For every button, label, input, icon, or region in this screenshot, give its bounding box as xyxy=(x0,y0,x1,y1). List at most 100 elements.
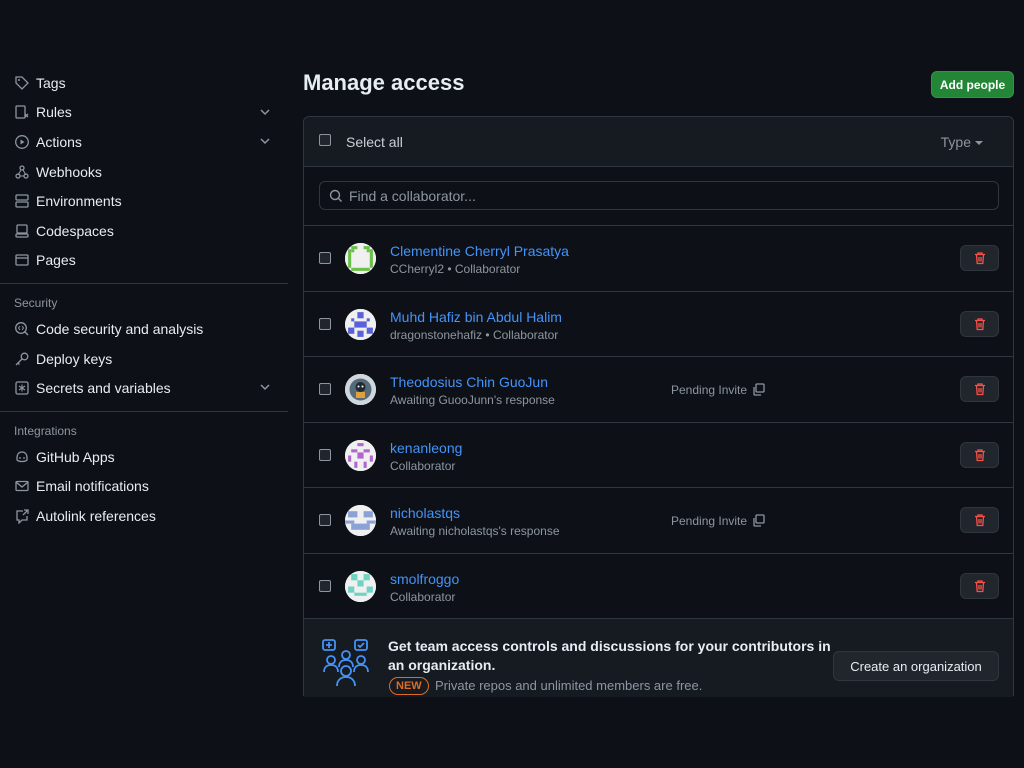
remove-collaborator-button[interactable] xyxy=(960,572,999,599)
chevron-down-icon[interactable] xyxy=(258,105,272,119)
codespaces-icon xyxy=(14,223,30,239)
sidebar-item-autolink-references[interactable]: Autolink references xyxy=(0,501,288,531)
server-icon xyxy=(14,193,30,209)
row-checkbox[interactable] xyxy=(319,514,331,526)
type-filter-dropdown[interactable]: Type xyxy=(941,134,983,150)
search-input[interactable] xyxy=(349,182,989,209)
collaborator-name[interactable]: nicholastqs xyxy=(390,505,460,521)
sidebar-item-deploy-keys[interactable]: Deploy keys xyxy=(0,344,288,374)
row-checkbox[interactable] xyxy=(319,448,331,461)
select-all-label: Select all xyxy=(346,134,403,150)
collaborator-row: Muhd Hafiz bin Abdul Halim dragonstoneha… xyxy=(304,292,1013,357)
remove-collaborator-button[interactable] xyxy=(960,310,999,337)
collaborator-subtitle: Awaiting nicholastqs's response xyxy=(390,524,560,538)
codescan-icon xyxy=(14,321,30,337)
avatar[interactable] xyxy=(345,439,376,471)
add-people-button[interactable]: Add people xyxy=(931,71,1014,98)
row-checkbox[interactable] xyxy=(319,252,331,264)
collaborator-name[interactable]: Theodosius Chin GuoJun xyxy=(390,374,548,390)
trash-icon xyxy=(974,448,985,461)
collaborator-name[interactable]: smolfroggo xyxy=(390,571,459,587)
rules-icon xyxy=(14,104,30,120)
avatar[interactable] xyxy=(345,374,376,405)
play-icon xyxy=(14,134,30,150)
settings-sidebar: Tags Rules Actions Webhooks Environments… xyxy=(0,68,288,531)
collaborator-row: nicholastqs Awaiting nicholastqs's respo… xyxy=(304,488,1013,554)
remove-collaborator-button[interactable] xyxy=(960,245,999,271)
sidebar-item-rules[interactable]: Rules xyxy=(0,98,288,128)
organization-promo: Get team access controls and discussions… xyxy=(304,619,1013,697)
trash-icon xyxy=(974,252,985,265)
sidebar-item-label: GitHub Apps xyxy=(36,448,115,465)
sidebar-item-github-apps[interactable]: GitHub Apps xyxy=(0,442,288,472)
asterisk-icon xyxy=(14,380,30,396)
copy-icon[interactable] xyxy=(751,382,766,397)
pending-invite-label: Pending Invite xyxy=(671,513,748,528)
mail-icon xyxy=(14,478,30,494)
collaborator-subtitle: CCherryl2 • Collaborator xyxy=(390,262,521,276)
sidebar-item-label: Pages xyxy=(36,252,76,269)
collaborator-name[interactable]: Clementine Cherryl Prasatya xyxy=(390,243,569,259)
sidebar-item-label: Tags xyxy=(36,74,66,91)
remove-collaborator-button[interactable] xyxy=(960,441,999,468)
collaborator-name[interactable]: Muhd Hafiz bin Abdul Halim xyxy=(390,309,562,325)
collaborator-row: Clementine Cherryl Prasatya CCherryl2 • … xyxy=(304,226,1013,292)
search-area xyxy=(304,167,1013,226)
sidebar-item-actions[interactable]: Actions xyxy=(0,127,288,157)
type-filter-label: Type xyxy=(940,134,971,150)
sidebar-divider xyxy=(0,410,288,412)
trash-icon xyxy=(974,579,985,592)
avatar[interactable] xyxy=(345,505,376,536)
sidebar-item-code-security[interactable]: Code security and analysis xyxy=(0,314,288,344)
sidebar-item-label: Environments xyxy=(36,193,122,210)
sidebar-item-label: Email notifications xyxy=(36,478,149,495)
remove-collaborator-button[interactable] xyxy=(960,507,999,533)
collaborator-subtitle: dragonstonehafiz • Collaborator xyxy=(390,327,559,342)
trash-icon xyxy=(974,383,985,396)
row-checkbox[interactable] xyxy=(319,317,331,330)
avatar[interactable] xyxy=(345,308,376,340)
sidebar-item-pages[interactable]: Pages xyxy=(0,246,288,276)
pending-invite: Pending Invite xyxy=(671,513,766,528)
search-box xyxy=(319,181,999,210)
cross-reference-icon xyxy=(14,508,30,524)
pending-invite: Pending Invite xyxy=(671,382,766,397)
collaborator-name[interactable]: kenanleong xyxy=(390,440,462,456)
create-organization-button[interactable]: Create an organization xyxy=(833,651,999,681)
sidebar-item-webhooks[interactable]: Webhooks xyxy=(0,157,288,187)
row-checkbox[interactable] xyxy=(319,383,331,395)
copy-icon[interactable] xyxy=(751,513,766,528)
sidebar-item-label: Secrets and variables xyxy=(36,380,171,397)
sidebar-item-label: Actions xyxy=(36,133,82,150)
sidebar-item-secrets[interactable]: Secrets and variables xyxy=(0,373,288,403)
sidebar-divider xyxy=(0,283,288,285)
team-illustration-icon xyxy=(322,639,369,687)
collaborator-row: smolfroggo Collaborator xyxy=(304,554,1013,619)
trash-icon xyxy=(974,317,985,330)
chevron-down-icon[interactable] xyxy=(258,134,272,148)
sidebar-heading-security: Security xyxy=(14,296,58,311)
collaborator-subtitle: Awaiting GuooJunn's response xyxy=(390,393,555,407)
promo-subtitle: Private repos and unlimited members are … xyxy=(435,678,703,693)
sidebar-heading-integrations: Integrations xyxy=(14,423,77,438)
collaborator-subtitle: Collaborator xyxy=(390,458,456,473)
remove-collaborator-button[interactable] xyxy=(960,376,999,402)
avatar[interactable] xyxy=(345,243,376,274)
sidebar-item-email-notifications[interactable]: Email notifications xyxy=(0,472,288,502)
page-title: Manage access xyxy=(303,70,465,95)
sidebar-item-label: Deploy keys xyxy=(36,350,113,367)
pending-invite-label: Pending Invite xyxy=(671,382,748,397)
chevron-down-icon[interactable] xyxy=(258,380,272,394)
sidebar-item-tags[interactable]: Tags xyxy=(0,68,288,98)
sidebar-item-label: Rules xyxy=(36,104,72,121)
row-checkbox[interactable] xyxy=(319,579,331,592)
select-all-checkbox[interactable] xyxy=(319,134,331,146)
key-icon xyxy=(14,351,30,367)
promo-title: Get team access controls and discussions… xyxy=(388,638,831,673)
new-badge: NEW xyxy=(389,677,429,695)
sidebar-item-codespaces[interactable]: Codespaces xyxy=(0,216,288,246)
avatar[interactable] xyxy=(345,570,376,602)
sidebar-item-environments[interactable]: Environments xyxy=(0,186,288,216)
caret-down-icon xyxy=(975,141,983,146)
collaborator-row: kenanleong Collaborator xyxy=(304,423,1013,488)
